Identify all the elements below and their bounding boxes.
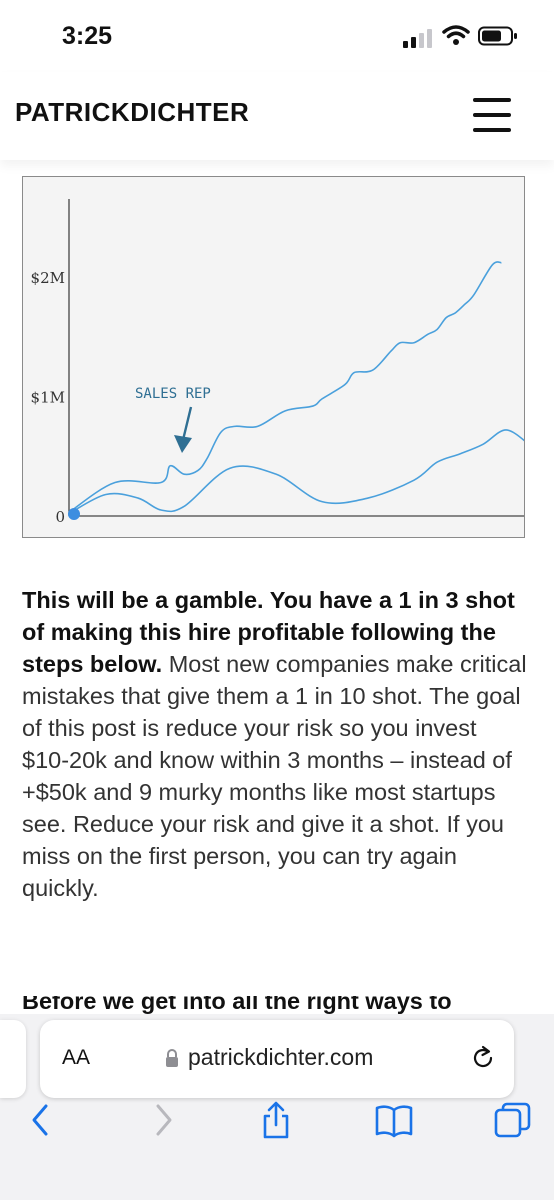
article-body: Most new companies make critical mistake… bbox=[22, 651, 527, 901]
article-paragraph: This will be a gamble. You have a 1 in 3… bbox=[22, 584, 527, 904]
menu-icon[interactable] bbox=[473, 98, 511, 132]
origin-dot bbox=[68, 508, 80, 520]
forward-icon[interactable] bbox=[142, 1100, 182, 1140]
annotation-arrowhead bbox=[174, 435, 192, 453]
tabs-icon[interactable] bbox=[492, 1100, 532, 1140]
previous-tab-preview[interactable] bbox=[0, 1020, 26, 1098]
battery-icon bbox=[478, 26, 517, 46]
reload-icon[interactable] bbox=[469, 1044, 497, 1072]
url-text: patrickdichter.com bbox=[188, 1044, 374, 1070]
bookmarks-icon[interactable] bbox=[374, 1100, 414, 1140]
site-header: PATRICKDICHTER bbox=[0, 72, 554, 160]
text-size-button[interactable]: AA bbox=[62, 1046, 90, 1070]
site-logo[interactable]: PATRICKDICHTER bbox=[15, 97, 249, 128]
lock-icon bbox=[166, 1049, 178, 1067]
status-time: 3:25 bbox=[62, 22, 113, 50]
next-heading-text: Before we get into all the right ways to bbox=[22, 996, 452, 1014]
status-bar: 3:25 bbox=[0, 0, 554, 72]
growth-chart: 0 $1M $2M SALES REP bbox=[22, 176, 525, 538]
chart-svg: 0 $1M $2M SALES REP bbox=[31, 199, 524, 526]
next-heading-clipped: Before we get into all the right ways to bbox=[22, 996, 527, 1016]
text-size-label: AA bbox=[62, 1046, 91, 1069]
back-icon[interactable] bbox=[22, 1100, 62, 1140]
signal-icon bbox=[403, 29, 432, 48]
y-tick-label: 0 bbox=[55, 508, 65, 526]
series-line-1 bbox=[68, 261, 502, 514]
annotation-label: SALES REP bbox=[135, 386, 211, 402]
y-tick-label: $1M bbox=[31, 389, 65, 407]
wifi-icon bbox=[442, 25, 470, 45]
address-bar[interactable]: AA patrickdichter.com bbox=[40, 1020, 514, 1098]
annotation-arrow bbox=[181, 406, 193, 441]
series-line-2 bbox=[68, 429, 524, 515]
share-icon[interactable] bbox=[256, 1100, 296, 1140]
y-tick-label: $2M bbox=[31, 269, 65, 287]
